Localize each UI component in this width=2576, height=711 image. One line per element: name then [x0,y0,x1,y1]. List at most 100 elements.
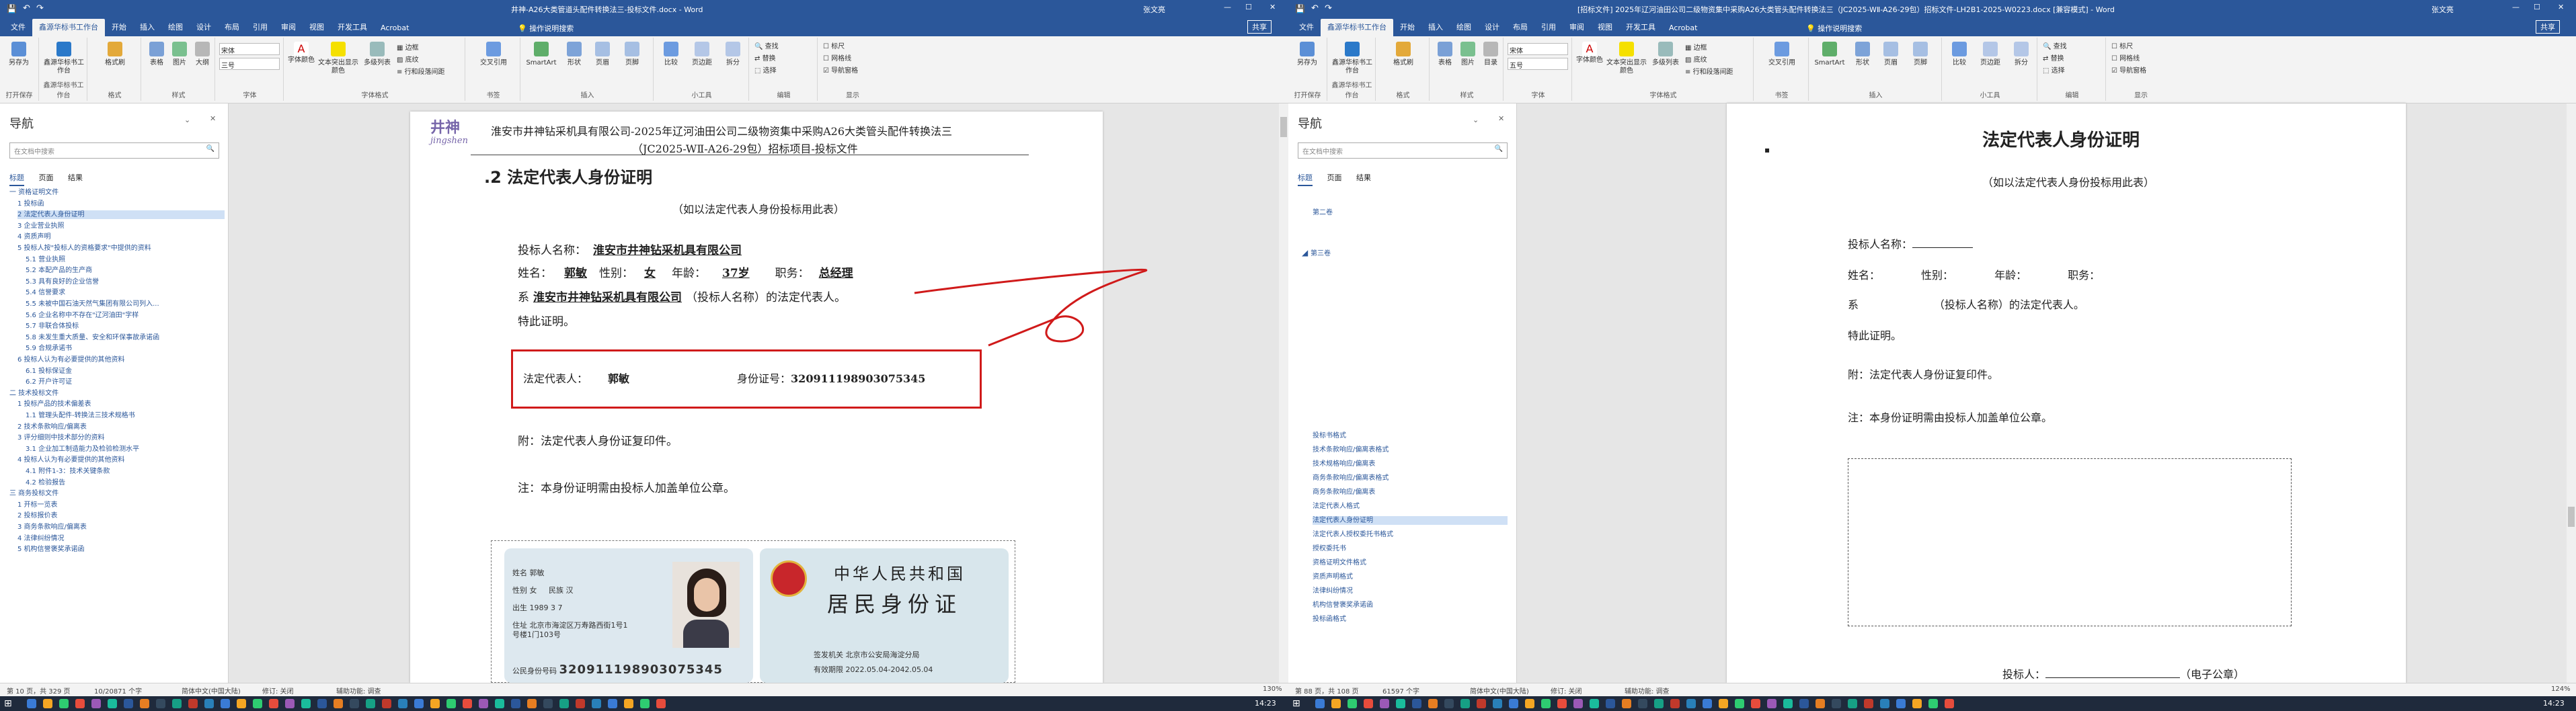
nav-pane-checkbox[interactable]: ☑ 导航窗格 [823,67,858,75]
redo-icon[interactable]: ↷ [1325,3,1332,13]
taskbar-app-icon[interactable] [479,699,488,708]
taskbar-app-icon[interactable] [640,699,650,708]
nav-item[interactable]: 3 评分细则中技术部分的资料 [17,433,225,442]
close-icon[interactable]: ✕ [2558,3,2564,11]
maximize-icon[interactable]: ☐ [1245,3,1252,11]
multilevel-list-button[interactable]: 多级列表 [360,42,394,67]
track-changes[interactable]: 修订: 关闭 [1551,685,1582,696]
nav-item[interactable]: 5.8 未发生重大质量、安全和环保事故承诺函 [26,333,225,342]
taskbar-app-icon[interactable] [1654,699,1664,708]
nav-item[interactable]: 3 商务条款响应/偏离表 [17,523,225,532]
taskbar-app-icon[interactable] [446,699,456,708]
taskbar-app-icon[interactable] [511,699,520,708]
line-spacing-button[interactable]: ≡ 行和段落间距 [1685,69,1733,77]
taskbar-app-icon[interactable] [1460,699,1470,708]
nav-item[interactable]: 4 法律纠纷情况 [17,534,225,543]
nav-item[interactable]: 5.4 信誉要求 [26,288,225,297]
nav-item[interactable]: 商务条款响应/偏离表 [1313,488,1508,497]
taskbar-app-icon[interactable] [1493,699,1502,708]
nav-pane-checkbox[interactable]: ☑ 导航窗格 [2111,67,2146,75]
nav-tab-results[interactable]: 结果 [1356,172,1371,185]
nav-tab-headings[interactable]: 标题 [9,172,24,186]
word-count[interactable]: 61597 个字 [1382,685,1419,696]
start-icon-right[interactable]: ⊞ [1292,698,1300,709]
taskbar-app-icon[interactable] [1864,699,1873,708]
zoom-level[interactable]: 124% [2551,685,2571,693]
taskbar-app-icon[interactable] [1606,699,1615,708]
tab-2[interactable]: 开始 [1393,19,1421,36]
tab-7[interactable]: 引用 [1534,19,1563,36]
taskbar-app-icon[interactable] [1783,699,1793,708]
font-color-button[interactable]: A 字体颜色 [1576,42,1603,65]
gridlines-checkbox[interactable]: ☐ 网格线 [2111,55,2140,63]
nav-item[interactable]: 4.1 附件1-3：技术关键条款 [26,467,225,476]
nav-item[interactable]: 授权委托书 [1313,544,1508,553]
header-button[interactable]: 页眉 [589,42,616,67]
save-as-button[interactable]: 另存为 [1291,42,1323,67]
nav-item[interactable]: 三 商务投标文件 [9,489,225,498]
nav-item[interactable]: 4 资质声明 [17,233,225,241]
font-size-select[interactable]: 三号 [219,58,280,70]
tab-9[interactable]: 视图 [303,19,331,36]
tell-me[interactable]: 💡 操作说明搜索 [1806,23,1862,34]
format-painter-button[interactable]: 格式刷 [98,42,132,67]
nav-item[interactable]: 1 投标产品的技术偏差表 [17,400,225,409]
nav-item[interactable]: 5.6 企业名称中不存在"辽河油田"字样 [26,311,225,320]
footer-button[interactable]: 页脚 [619,42,646,67]
scroll-thumb[interactable] [2568,507,2575,527]
taskbar-app-icon[interactable] [1638,699,1647,708]
taskbar-app-icon[interactable] [1380,699,1389,708]
find-button[interactable]: 🔍 查找 [2043,43,2067,51]
taskbar-app-icon[interactable] [1557,699,1567,708]
taskbar-app-icon[interactable] [301,699,311,708]
save-as-button[interactable]: 另存为 [3,42,35,67]
taskbar-app-icon[interactable] [592,699,601,708]
nav-item[interactable]: 3.1 企业加工制造能力及检验检测水平 [26,445,225,454]
taskbar-app-icon[interactable] [108,699,117,708]
table-button[interactable]: 表格 [147,42,167,67]
ruler-checkbox[interactable]: ☐ 标尺 [2111,43,2133,51]
split-button[interactable]: 拆分 [2008,42,2035,67]
taskbar-app-icon[interactable] [1751,699,1760,708]
tab-4[interactable]: 绘图 [1450,19,1478,36]
tab-10[interactable]: 开发工具 [1619,19,1662,36]
taskbar-app-icon[interactable] [1816,699,1825,708]
nav-tab-headings[interactable]: 标题 [1298,172,1313,186]
undo-icon[interactable]: ↶ [1311,3,1319,13]
shading-button[interactable]: ▨ 底纹 [1685,56,1707,65]
taskbar-app-icon[interactable] [1331,699,1341,708]
page-count[interactable]: 第 88 页，共 108 页 [1295,685,1359,696]
gridlines-checkbox[interactable]: ☐ 网格线 [823,55,851,63]
taskbar-app-icon[interactable] [1880,699,1889,708]
taskbar-app-icon[interactable] [253,699,262,708]
nav-item[interactable]: 技术规格响应/偏离表 [1313,460,1508,468]
minimize-icon[interactable]: — [1224,3,1231,11]
taskbar-app-icon[interactable] [1928,699,1938,708]
tell-me[interactable]: 💡 操作说明搜索 [518,23,574,34]
track-changes[interactable]: 修订: 关闭 [262,685,294,696]
taskbar-app-icon[interactable] [1315,699,1325,708]
taskbar-app-icon[interactable] [1364,699,1373,708]
taskbar-app-icon[interactable] [1912,699,1922,708]
user-name[interactable]: 张文亮 [2431,4,2454,15]
border-button[interactable]: ▦ 边框 [1685,44,1707,52]
cross-reference-button[interactable]: 交叉引用 [473,42,514,67]
nav-item[interactable]: 4.2 检验报告 [26,478,225,487]
taskbar-app-icon[interactable] [124,699,133,708]
clock-left[interactable]: 14:23 [1255,699,1276,708]
vertical-scrollbar[interactable] [2567,103,2576,683]
nav-item[interactable]: 6.2 开户许可证 [26,378,225,386]
tab-11[interactable]: Acrobat [374,21,416,36]
nav-item[interactable]: 机构信誉褒奖承诺函 [1313,601,1508,610]
smartart-button[interactable]: SmartArt [1813,42,1846,67]
footer-button[interactable]: 页脚 [1907,42,1934,67]
taskbar-app-icon[interactable] [463,699,472,708]
undo-icon[interactable]: ↶ [23,3,30,13]
maximize-icon[interactable]: ☐ [2534,3,2540,11]
tab-9[interactable]: 视图 [1591,19,1619,36]
taskbar-app-icon[interactable] [285,699,295,708]
taskbar-app-icon[interactable] [1719,699,1728,708]
search-icon[interactable]: 🔍 [206,145,214,153]
shape-button[interactable]: 形状 [561,42,588,67]
outline-button[interactable]: 大纲 [192,42,212,67]
